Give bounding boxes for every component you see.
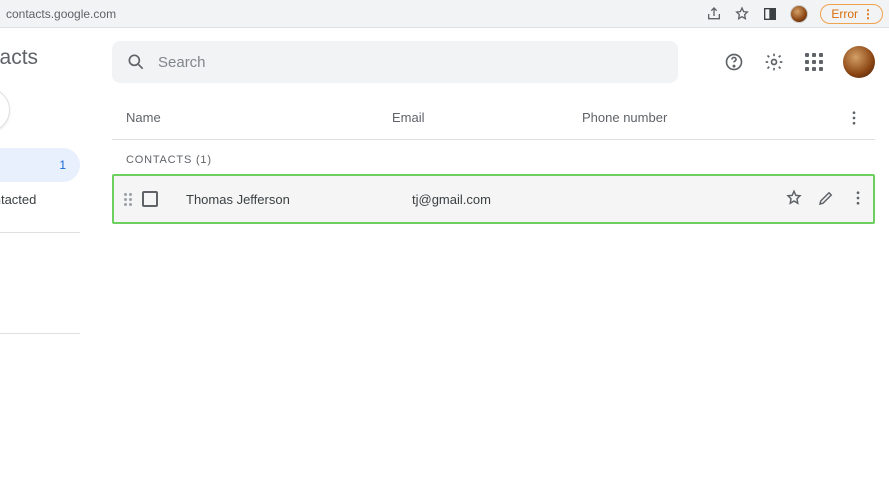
settings-gear-icon[interactable] — [763, 51, 785, 73]
panel-icon[interactable] — [762, 6, 778, 22]
section-label: CONTACTS (1) — [112, 140, 875, 174]
sidebar: ntacts act 1 contacted l acts — [0, 28, 90, 346]
more-vert-icon — [845, 109, 863, 127]
sidebar-divider — [0, 333, 80, 334]
column-email: Email — [392, 110, 582, 125]
search-icon — [126, 52, 146, 72]
extension-error-pill[interactable]: Error ⋮ — [820, 4, 883, 24]
more-vert-icon: ⋮ — [862, 7, 874, 21]
column-phone: Phone number — [582, 110, 839, 125]
sidebar-item-contacts[interactable]: 1 — [0, 148, 80, 182]
search-input[interactable] — [158, 54, 664, 71]
search-box[interactable] — [112, 41, 678, 83]
share-icon[interactable] — [706, 6, 722, 22]
sidebar-item-label-l[interactable]: l — [0, 283, 90, 317]
sidebar-item-label: contacted — [0, 192, 36, 207]
sidebar-item-count: 1 — [59, 158, 66, 172]
account-avatar[interactable] — [843, 46, 875, 78]
help-icon[interactable] — [723, 51, 745, 73]
bookmark-star-icon[interactable] — [734, 6, 750, 22]
browser-chrome: contacts.google.com Error ⋮ — [0, 0, 889, 28]
sidebar-divider — [0, 232, 80, 233]
column-name: Name — [112, 110, 392, 125]
apps-grid-icon[interactable] — [803, 51, 825, 73]
star-icon[interactable] — [785, 189, 803, 210]
edit-pencil-icon[interactable] — [817, 189, 835, 210]
create-contact-button[interactable]: act — [0, 88, 10, 132]
drag-handle-icon[interactable] — [124, 193, 136, 206]
columns-header: Name Email Phone number — [112, 96, 875, 140]
contact-name: Thomas Jefferson — [186, 192, 412, 207]
main-area: Name Email Phone number CONTACTS (1) Tho… — [90, 28, 889, 224]
more-vert-icon[interactable] — [849, 189, 867, 210]
app-title: ntacts — [0, 40, 90, 88]
error-label: Error — [831, 7, 858, 21]
select-checkbox[interactable] — [142, 191, 158, 207]
column-actions-menu[interactable] — [839, 109, 869, 127]
url-text: contacts.google.com — [6, 7, 116, 21]
contact-row[interactable]: Thomas Jefferson tj@gmail.com — [112, 174, 875, 224]
contact-email: tj@gmail.com — [412, 192, 602, 207]
sidebar-item-frequent[interactable]: contacted — [0, 182, 90, 216]
profile-avatar-small[interactable] — [790, 5, 808, 23]
